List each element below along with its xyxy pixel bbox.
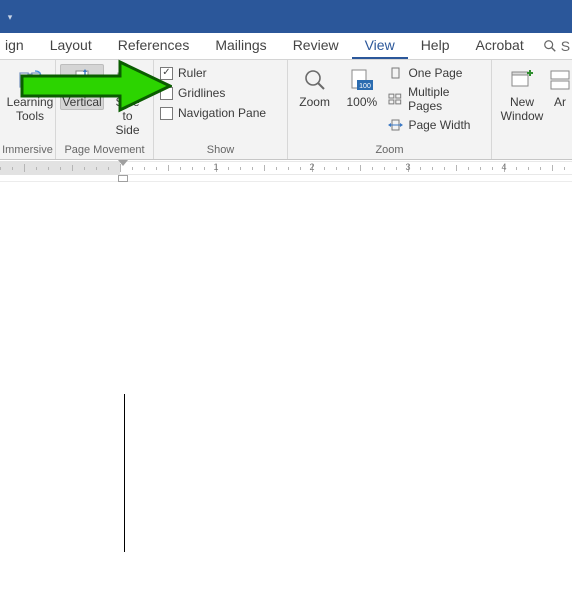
tab-review[interactable]: Review <box>280 33 352 59</box>
hundred-percent-button[interactable]: 100 100% <box>341 64 382 110</box>
navigation-pane-checkbox[interactable]: Navigation Pane <box>160 106 266 120</box>
left-indent-marker[interactable] <box>118 175 128 182</box>
hundred-label: 100% <box>346 95 377 109</box>
learning-tools-icon <box>17 69 43 91</box>
vertical-icon <box>71 69 93 91</box>
tab-view[interactable]: View <box>352 33 408 59</box>
tab-design[interactable]: ign <box>0 33 37 59</box>
ruler-label: Ruler <box>178 66 207 80</box>
side-to-side-label: Side to Side <box>109 95 146 137</box>
tab-layout[interactable]: Layout <box>37 33 105 59</box>
arrange-icon <box>549 69 571 91</box>
group-show: ✓ Ruler Gridlines Navigation Pane Show <box>154 60 288 159</box>
one-page-label: One Page <box>408 66 462 80</box>
text-cursor <box>124 394 125 552</box>
tab-references[interactable]: References <box>105 33 203 59</box>
search-stub: S <box>561 38 570 54</box>
group-zoom: Zoom 100 100% One Page <box>288 60 492 159</box>
arrange-all-button[interactable]: Ar <box>548 64 572 110</box>
vertical-label: Vertical <box>62 95 101 109</box>
group-caption-pagemovement: Page Movement <box>56 142 153 159</box>
side-to-side-button[interactable]: Side to Side <box>106 64 149 138</box>
multiple-pages-icon <box>388 93 403 105</box>
zoom-icon <box>303 68 327 92</box>
checkbox-icon <box>160 87 173 100</box>
hundred-icon: 100 <box>349 68 375 92</box>
gridlines-checkbox[interactable]: Gridlines <box>160 86 266 100</box>
ruler-ticks: 1234 <box>0 161 572 175</box>
search-icon <box>543 39 557 53</box>
multiple-pages-label: Multiple Pages <box>408 85 485 113</box>
one-page-button[interactable]: One Page <box>388 66 485 80</box>
svg-text:100: 100 <box>359 83 371 90</box>
checkbox-icon: ✓ <box>160 67 173 80</box>
page-width-button[interactable]: Page Width <box>388 118 485 132</box>
side-to-side-icon <box>116 69 140 91</box>
group-immersive: Learning Tools Immersive <box>0 60 56 159</box>
group-caption-show: Show <box>154 142 287 159</box>
new-window-button[interactable]: New Window <box>498 64 546 124</box>
document-area[interactable] <box>0 182 572 595</box>
title-bar: ▾ <box>0 0 572 33</box>
tab-help[interactable]: Help <box>408 33 463 59</box>
new-window-icon <box>509 69 535 91</box>
page-width-icon <box>388 119 403 131</box>
page-width-label: Page Width <box>408 118 470 132</box>
one-page-icon <box>388 67 403 79</box>
group-window: New Window Ar <box>492 60 572 159</box>
first-line-indent-marker[interactable] <box>118 160 128 166</box>
new-window-label: New Window <box>501 95 544 123</box>
tab-mailings[interactable]: Mailings <box>202 33 279 59</box>
zoom-button[interactable]: Zoom <box>294 64 335 110</box>
tab-acrobat[interactable]: Acrobat <box>462 33 536 59</box>
multiple-pages-button[interactable]: Multiple Pages <box>388 85 485 113</box>
group-caption-immersive: Immersive <box>0 142 55 159</box>
navigation-pane-label: Navigation Pane <box>178 106 266 120</box>
checkbox-icon <box>160 107 173 120</box>
tell-me-search[interactable]: S <box>537 33 572 59</box>
ribbon: Learning Tools Immersive Vertical <box>0 60 572 160</box>
vertical-button[interactable]: Vertical <box>60 64 104 110</box>
zoom-label: Zoom <box>299 95 330 109</box>
group-page-movement: Vertical Side to Side Page Movement <box>56 60 154 159</box>
group-caption-zoom: Zoom <box>288 142 491 159</box>
learning-tools-label: Learning Tools <box>7 95 54 123</box>
ruler-checkbox[interactable]: ✓ Ruler <box>160 66 266 80</box>
qat-customize-dropdown[interactable]: ▾ <box>2 10 18 24</box>
horizontal-ruler[interactable]: 1234 <box>0 160 572 182</box>
ribbon-tabs: ign Layout References Mailings Review Vi… <box>0 33 572 60</box>
group-caption-window <box>492 142 572 159</box>
arrange-label: Ar <box>554 95 566 109</box>
gridlines-label: Gridlines <box>178 86 225 100</box>
learning-tools-button[interactable]: Learning Tools <box>6 64 54 124</box>
